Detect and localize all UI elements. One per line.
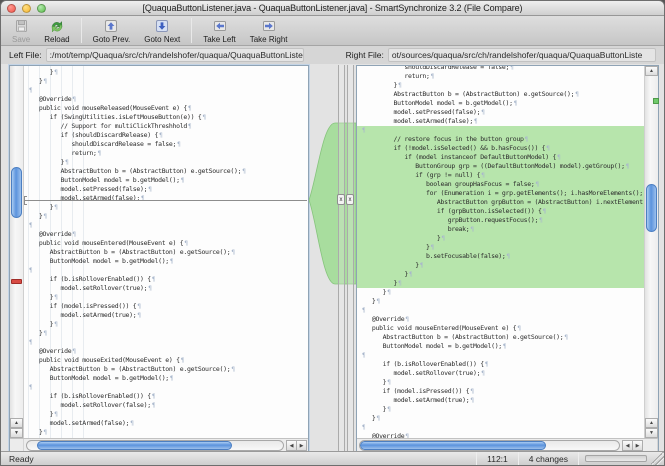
status-bar: Ready 112:1 4 changes [1,451,664,465]
right-vertical-scroll-thumb[interactable] [646,184,657,232]
goto-next-icon [155,19,169,34]
scroll-down-button[interactable]: ▼ [10,428,23,438]
scrollbar-track[interactable] [26,440,284,451]
traffic-lights [7,4,46,13]
take-left-icon [213,19,227,34]
progress-bar [585,455,647,462]
reload-icon [49,19,65,34]
scroll-right-button[interactable]: ▶ [632,440,643,451]
take-left-button[interactable]: Take Left [196,16,242,45]
merge-strip-left [338,65,345,453]
right-horizontal-scroll-thumb[interactable] [360,441,546,450]
right-file-pane: shouldDiscardRelease = false;¶ return;¶ … [356,65,659,453]
left-vertical-scroll-thumb[interactable] [11,167,22,218]
reload-button[interactable]: Reload [37,16,76,45]
take-left-label: Take Left [203,35,235,44]
toolbar-separator [191,18,192,43]
compare-area: ▲ ▼ }¶ }¶¶ @Override¶ public void mouseR… [1,64,664,453]
left-file-label: Left File: [9,50,42,60]
discard-change-left-button[interactable]: x [337,194,345,205]
merge-strip-right [347,65,354,453]
left-vertical-scrollbar[interactable]: ▲ ▼ [10,66,24,438]
save-icon [14,19,29,34]
goto-prev-label: Goto Prev. [93,35,131,44]
left-horizontal-scroll-thumb[interactable] [37,441,232,450]
right-file-path[interactable]: ot/sources/quaqua/src/ch/randelshofer/qu… [388,48,656,62]
right-code: shouldDiscardRelease = false;¶ return;¶ … [361,66,644,438]
goto-next-label: Goto Next [144,35,180,44]
scroll-down-button[interactable]: ▼ [645,428,658,438]
save-button[interactable]: Save [5,16,37,45]
left-file-pane: ▲ ▼ }¶ }¶¶ @Override¶ public void mouseR… [9,65,309,453]
discard-change-right-button[interactable]: x [346,194,354,205]
minimize-button[interactable] [22,4,31,13]
reload-label: Reload [44,35,69,44]
toolbar-separator [81,18,82,43]
status-separator [578,452,579,465]
scrollbar-track [10,66,23,438]
window-title: [QuaquaButtonListener.java - QuaquaButto… [143,3,523,13]
scroll-right-button[interactable]: ▶ [296,440,307,451]
horizontal-scroll-arrows: ◀ ▶ [287,440,307,451]
right-horizontal-scrollbar[interactable]: ◀ ▶ [357,438,658,452]
diff-gutter: x x [309,65,356,453]
goto-prev-button[interactable]: Goto Prev. [86,16,138,45]
file-path-bar: Left File: :/mot/temp/Quaqua/src/ch/rand… [1,46,664,64]
green-diff-marker [653,98,659,104]
close-button[interactable] [7,4,16,13]
insertion-marker-line [24,200,307,201]
left-file-path[interactable]: :/mot/temp/Quaqua/src/ch/randelshofer/qu… [46,48,304,62]
horizontal-scroll-arrows: ◀ ▶ [623,440,643,451]
goto-prev-icon [104,19,118,34]
app-window: [QuaquaButtonListener.java - QuaquaButto… [0,0,665,466]
resize-grip[interactable] [651,452,664,465]
take-right-label: Take Right [250,35,288,44]
take-right-icon [262,19,276,34]
save-label: Save [12,35,30,44]
right-vertical-scrollbar[interactable]: ▲ ▲ ▼ [644,66,658,438]
left-code: }¶ }¶¶ @Override¶ public void mouseRelea… [28,68,308,438]
red-diff-marker [11,279,22,284]
left-code-editor[interactable]: }¶ }¶¶ @Override¶ public void mouseRelea… [24,66,308,438]
goto-next-button[interactable]: Goto Next [137,16,187,45]
status-message: Ready [9,454,476,464]
scrollbar-track[interactable] [359,440,620,451]
left-horizontal-scrollbar[interactable]: ◀ ▶ [10,438,308,452]
right-file-label: Right File: [346,50,384,60]
caret-position: 112:1 [477,454,518,464]
zoom-button[interactable] [37,4,46,13]
scrollbar-track [645,66,658,438]
take-right-button[interactable]: Take Right [243,16,295,45]
title-bar[interactable]: [QuaquaButtonListener.java - QuaquaButto… [1,1,664,16]
changes-count: 4 changes [519,454,578,464]
toolbar: Save Reload Goto Prev. Goto Next T [1,16,664,46]
scroll-up-button[interactable]: ▲ [645,66,658,76]
right-code-editor[interactable]: shouldDiscardRelease = false;¶ return;¶ … [357,66,644,438]
scroll-up-button[interactable]: ▲ [645,418,658,428]
scroll-up-button[interactable]: ▲ [10,418,23,428]
